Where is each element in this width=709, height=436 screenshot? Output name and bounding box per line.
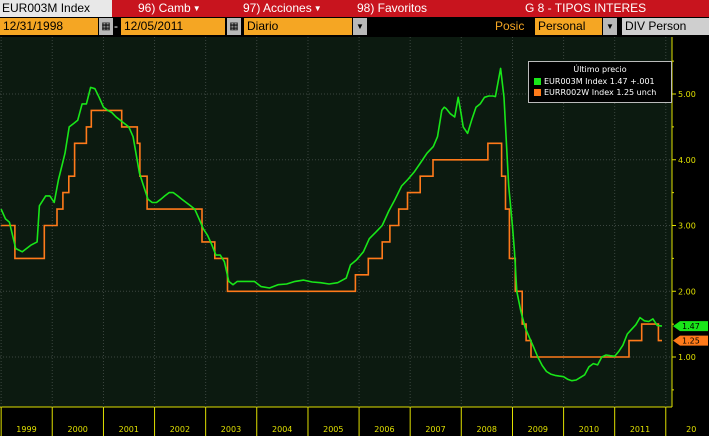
legend-swatch xyxy=(534,78,541,85)
chevron-down-icon[interactable]: ▼ xyxy=(353,18,367,35)
menu-acciones[interactable]: 97) Acciones ▼ xyxy=(243,0,322,17)
posic-select[interactable]: Personal xyxy=(535,18,602,35)
menu-favoritos-label: 98) Favoritos xyxy=(357,1,428,15)
x-tick-label: 2007 xyxy=(425,425,445,434)
menu-acciones-label: 97) Acciones xyxy=(243,1,312,15)
chart-legend: Último precio EUR003M Index 1.47 +.001 E… xyxy=(528,61,672,103)
calendar-icon[interactable]: ▦ xyxy=(227,18,241,35)
chevron-down-icon[interactable]: ▼ xyxy=(603,18,617,35)
div-select[interactable]: DIV Person xyxy=(622,18,709,35)
x-tick-label: 2000 xyxy=(68,425,88,434)
last-value-label: 1.25 xyxy=(682,337,700,346)
legend-swatch xyxy=(534,89,541,96)
last-value-label: 1.47 xyxy=(682,322,700,331)
x-tick-label: 2001 xyxy=(119,425,139,434)
x-tick-label: 2006 xyxy=(374,425,394,434)
y-tick-label: 2.00 xyxy=(678,287,696,296)
x-tick-label: 2003 xyxy=(221,425,241,434)
chevron-down-icon: ▼ xyxy=(192,4,201,13)
x-tick-label: 20 xyxy=(686,425,696,434)
legend-title: Último precio xyxy=(573,65,627,74)
x-tick-label: 2010 xyxy=(579,425,599,434)
date-separator: - xyxy=(114,19,118,33)
period-select[interactable]: Diario xyxy=(244,18,352,35)
ticker-field[interactable]: EUR003M Index xyxy=(0,0,112,17)
menu-cambiar-label: 96) Camb xyxy=(138,1,191,15)
y-tick-label: 5.00 xyxy=(678,90,696,99)
legend-entry-text: EUR003M Index 1.47 +.001 xyxy=(544,77,655,86)
x-tick-label: 2002 xyxy=(170,425,190,434)
page-title: G 8 - TIPOS INTERES xyxy=(525,1,647,15)
legend-entry-text: EURR002W Index 1.25 unch xyxy=(544,88,657,97)
legend-entry-eurr002w: EURR002W Index 1.25 unch xyxy=(534,88,656,98)
y-tick-label: 3.00 xyxy=(678,222,696,231)
y-tick-label: 1.00 xyxy=(678,353,696,362)
posic-label: Posic xyxy=(495,19,525,33)
start-date-input[interactable]: 12/31/1998 xyxy=(0,18,98,35)
end-date-input[interactable]: 12/05/2011 xyxy=(121,18,225,35)
y-tick-label: 4.00 xyxy=(678,156,696,165)
chevron-down-icon: ▼ xyxy=(313,4,322,13)
x-tick-label: 2008 xyxy=(477,425,497,434)
menu-bar: EUR003M Index 96) Camb ▼ 97) Acciones ▼ 98… xyxy=(0,0,709,17)
toolbar: 12/31/1998 ▦ - 12/05/2011 ▦ Diario ▼ Pos… xyxy=(0,17,709,36)
calendar-icon[interactable]: ▦ xyxy=(99,18,113,35)
menu-cambiar[interactable]: 96) Camb ▼ xyxy=(138,0,201,17)
legend-entry-eur003m: EUR003M Index 1.47 +.001 xyxy=(534,77,655,87)
x-tick-label: 2011 xyxy=(630,425,650,434)
x-tick-label: 2005 xyxy=(323,425,343,434)
menu-favoritos[interactable]: 98) Favoritos xyxy=(357,0,427,17)
x-tick-label: 1999 xyxy=(16,425,36,434)
x-tick-label: 2009 xyxy=(528,425,548,434)
x-tick-label: 2004 xyxy=(272,425,292,434)
